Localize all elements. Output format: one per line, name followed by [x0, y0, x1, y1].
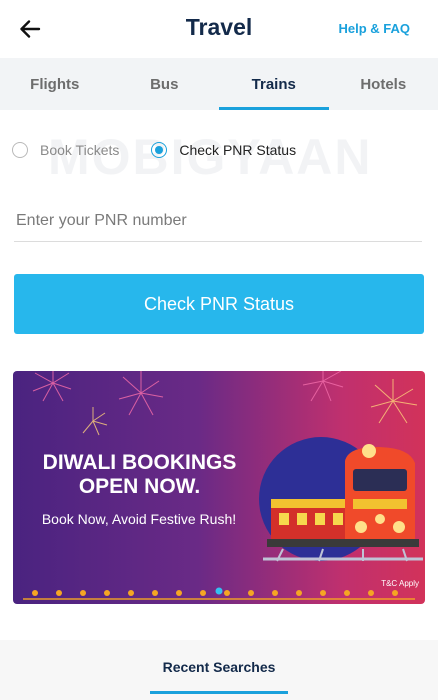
banner-tc: T&C Apply: [381, 579, 419, 588]
banner-headline: DIWALI BOOKINGS OPEN NOW.: [37, 451, 242, 499]
tab-flights[interactable]: Flights: [0, 58, 110, 110]
banner-subtext: Book Now, Avoid Festive Rush!: [41, 511, 237, 527]
diwali-banner[interactable]: DIWALI BOOKINGS OPEN NOW. Book Now, Avoi…: [13, 371, 425, 604]
banner-headline-line2: OPEN NOW.: [78, 475, 201, 498]
tab-hotels[interactable]: Hotels: [329, 58, 438, 110]
help-faq-link[interactable]: Help & FAQ: [338, 21, 410, 36]
tab-bar: Flights Bus Trains Hotels: [0, 58, 438, 110]
app-header: Travel Help & FAQ: [0, 0, 438, 58]
check-pnr-button[interactable]: Check PNR Status: [14, 274, 424, 334]
radio-checked-icon: [151, 142, 168, 158]
check-pnr-label: Check PNR Status: [179, 142, 297, 158]
back-button[interactable]: [14, 14, 46, 44]
back-arrow-icon: [20, 20, 41, 38]
banner-headline-line1: DIWALI BOOKINGS: [42, 451, 237, 474]
pnr-input[interactable]: [14, 200, 422, 242]
tab-bus[interactable]: Bus: [110, 58, 220, 110]
radio-unchecked-icon: [12, 142, 28, 158]
recent-section: Recent Searches: [0, 640, 438, 700]
mode-selector: Book Tickets Check PNR Status: [12, 136, 328, 164]
check-pnr-radio[interactable]: Check PNR Status: [151, 142, 296, 158]
tab-trains[interactable]: Trains: [219, 58, 329, 110]
recent-searches-tab[interactable]: Recent Searches: [150, 640, 288, 694]
book-tickets-radio[interactable]: Book Tickets: [12, 142, 119, 158]
book-tickets-label: Book Tickets: [40, 142, 120, 158]
